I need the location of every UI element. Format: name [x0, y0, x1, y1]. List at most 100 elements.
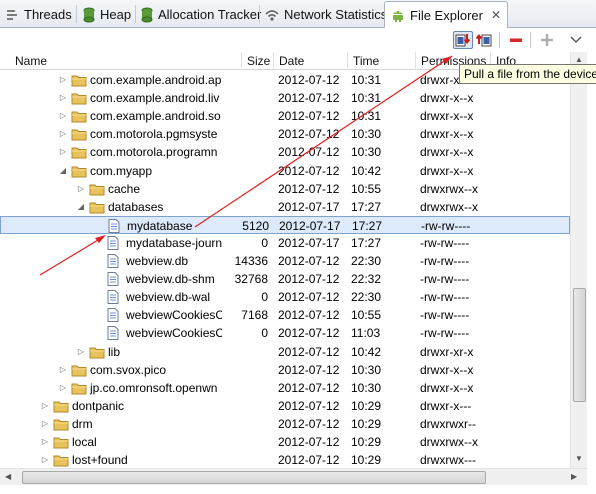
tab-network-statistics-label: Network Statistics	[284, 7, 388, 22]
expand-right-icon[interactable]: ▷	[58, 89, 68, 107]
scroll-up-icon[interactable]: ▲	[575, 55, 583, 64]
row-date: 2012-07-12	[278, 362, 340, 377]
column-size[interactable]: Size	[242, 52, 274, 70]
row-permissions: drwxr-x--x	[420, 380, 474, 395]
file-row[interactable]: mydatabase 5120 2012-07-17 17:27 -rw-rw----	[0, 215, 570, 234]
row-name: com.svox.pico	[90, 362, 167, 377]
file-row[interactable]: webviewCookiesC 7168 2012-07-12 10:55 -rw-rw…	[0, 306, 570, 324]
row-date: 2012-07-12	[278, 344, 340, 359]
toolbar-separator	[530, 32, 531, 48]
expand-right-icon[interactable]: ▷	[58, 125, 68, 143]
tab-file-explorer[interactable]: File Explorer ✕	[384, 1, 509, 29]
row-size: 0	[261, 290, 268, 305]
view-menu-button[interactable]	[566, 31, 586, 49]
expand-down-icon[interactable]: ◢	[58, 162, 68, 180]
horizontal-scroll-thumb[interactable]	[22, 471, 486, 484]
row-size	[224, 180, 270, 198]
expand-right-icon[interactable]: ▷	[58, 143, 68, 161]
push-file-button[interactable]	[474, 31, 494, 49]
file-row[interactable]: webview.db-shm 32768 2012-07-12 22:32 -rw-rw…	[0, 270, 570, 288]
pull-file-button[interactable]	[453, 31, 473, 49]
column-time[interactable]: Time	[348, 52, 416, 70]
expand-right-icon[interactable]: ▷	[40, 415, 50, 433]
vertical-scrollbar[interactable]: ▲ ▼	[570, 52, 587, 468]
folder-row[interactable]: ▷ cache 2012-07-12 10:55 drwxrwx--x	[0, 180, 570, 198]
row-date: 2012-07-12	[278, 326, 340, 341]
column-name[interactable]: Name	[10, 52, 242, 70]
expand-right-icon[interactable]: ▷	[40, 451, 50, 468]
scroll-right-icon[interactable]: ▶	[571, 472, 577, 481]
expand-right-icon[interactable]: ▷	[58, 379, 68, 397]
row-name: com.example.android.liv	[90, 91, 220, 106]
folder-row[interactable]: ▷ dontpanic 2012-07-12 10:29 drwxr-x---	[0, 397, 570, 415]
new-folder-button[interactable]	[537, 31, 557, 49]
folder-row[interactable]: ▷ com.svox.pico 2012-07-12 10:30 drwxr-x--x	[0, 361, 570, 379]
expand-right-icon[interactable]: ▷	[58, 361, 68, 379]
row-time: 10:30	[351, 380, 382, 395]
row-permissions: drwxr-x--x	[420, 163, 474, 178]
folder-row[interactable]: ▷ lib 2012-07-12 10:42 drwxr-xr-x	[0, 343, 570, 361]
folder-row[interactable]: ▷ drm 2012-07-12 10:29 drwxrwxr--	[0, 415, 570, 433]
expand-right-icon[interactable]: ▷	[58, 71, 68, 89]
folder-row[interactable]: ▷ jp.co.omronsoft.openwn 2012-07-12 10:30 dr…	[0, 379, 570, 397]
vertical-scroll-thumb[interactable]	[573, 288, 586, 402]
row-name: webviewCookiesC	[126, 308, 222, 323]
tab-heap[interactable]: Heap	[82, 2, 131, 27]
folder-row[interactable]: ◢ databases 2012-07-17 17:27 drwxrwx--x	[0, 198, 570, 216]
row-time: 17:27	[351, 199, 382, 214]
row-time: 10:55	[351, 181, 382, 196]
column-date[interactable]: Date	[274, 52, 348, 70]
expand-right-icon[interactable]: ▷	[76, 180, 86, 198]
folder-row[interactable]: ◢ com.myapp 2012-07-12 10:42 drwxr-x--x	[0, 162, 570, 180]
row-size	[224, 71, 270, 89]
row-name: webview.db-wal	[126, 290, 211, 305]
close-icon[interactable]: ✕	[491, 8, 501, 22]
file-row[interactable]: webview.db-wal 0 2012-07-12 22:30 -rw-rw----	[0, 288, 570, 306]
scroll-left-icon[interactable]: ◀	[5, 472, 11, 481]
row-name: webview.db	[126, 254, 189, 268]
row-permissions: drwxr-x--x	[420, 127, 474, 142]
file-row[interactable]: webview.db 14336 2012-07-12 22:30 -rw-rw----	[0, 252, 570, 270]
expand-right-icon[interactable]: ▷	[76, 343, 86, 361]
row-size: 32768	[234, 272, 268, 287]
row-date: 2012-07-12	[278, 435, 340, 449]
tab-allocation-tracker[interactable]: Allocation Tracker	[140, 2, 261, 27]
folder-row[interactable]: ▷ com.motorola.programn 2012-07-12 10:30 drw…	[0, 143, 570, 161]
row-date: 2012-07-12	[278, 416, 340, 431]
expand-down-icon[interactable]: ◢	[76, 198, 86, 216]
row-name: dontpanic	[72, 398, 125, 413]
tab-threads[interactable]: Threads	[4, 2, 72, 27]
row-time: 10:29	[351, 416, 382, 431]
delete-button[interactable]	[506, 31, 526, 49]
row-permissions: drwxr-xr-x	[420, 344, 474, 359]
row-date: 2012-07-12	[278, 254, 340, 268]
horizontal-scrollbar[interactable]: ◀ ▶	[0, 468, 587, 485]
expand-right-icon[interactable]: ▷	[40, 397, 50, 415]
file-row[interactable]: webviewCookiesC 0 2012-07-12 11:03 -rw-rw---…	[0, 324, 570, 342]
row-permissions: drwxrwx--x	[420, 199, 478, 214]
tab-separator	[259, 5, 260, 23]
folder-row[interactable]: ▷ local 2012-07-12 10:29 drwxrwx--x	[0, 433, 570, 451]
scroll-down-icon[interactable]: ▼	[575, 454, 583, 463]
row-name: drm	[72, 416, 93, 431]
folder-row[interactable]: ▷ lost+found 2012-07-12 10:29 drwxrwx---	[0, 451, 570, 468]
expand-right-icon[interactable]: ▷	[40, 433, 50, 451]
row-permissions: -rw-rw----	[420, 235, 470, 250]
row-time: 10:30	[351, 145, 382, 160]
folder-row[interactable]: ▷ com.motorola.pgmsyste 2012-07-12 10:30 drw…	[0, 125, 570, 143]
folder-row[interactable]: ▷ com.example.android.liv 2012-07-12 10:31 d…	[0, 89, 570, 107]
tab-separator	[76, 5, 77, 23]
row-time: 10:29	[351, 435, 382, 449]
file-row[interactable]: mydatabase-journ 0 2012-07-17 17:27 -rw-rw--…	[0, 234, 570, 252]
row-name: lost+found	[72, 453, 128, 468]
row-date: 2012-07-12	[278, 453, 340, 468]
row-date: 2012-07-17	[278, 199, 340, 214]
row-size	[224, 162, 270, 180]
expand-right-icon[interactable]: ▷	[58, 107, 68, 125]
row-permissions: -rw-rw----	[420, 272, 470, 287]
folder-icon	[53, 453, 69, 468]
folder-row[interactable]: ▷ com.example.android.so 2012-07-12 10:31 dr…	[0, 107, 570, 125]
heap-icon	[82, 7, 96, 23]
row-permissions: drwxrwx--x	[420, 435, 478, 449]
tab-network-statistics[interactable]: Network Statistics	[264, 2, 387, 27]
